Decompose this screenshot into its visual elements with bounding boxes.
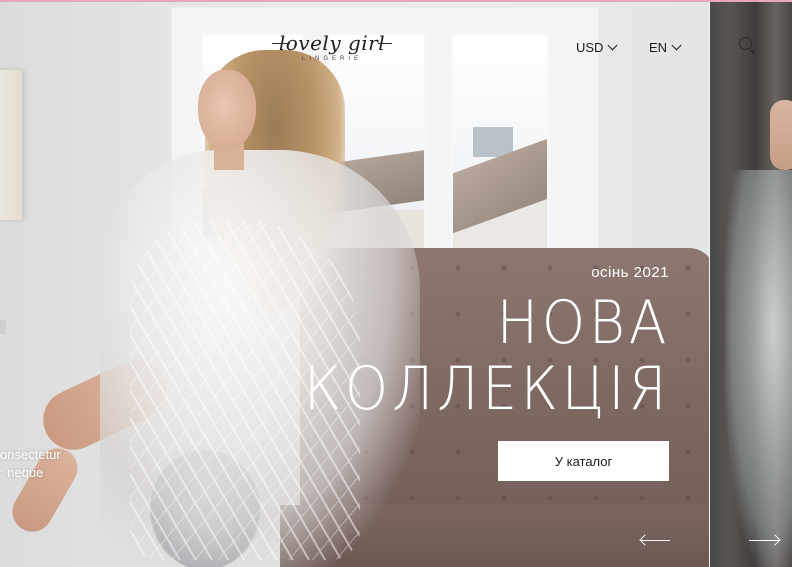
- hero-headline-line: КОЛЛЕКЦІЯ: [303, 354, 670, 424]
- wall-socket: [0, 320, 6, 334]
- model-face: [198, 70, 256, 150]
- language-value: EN: [649, 40, 668, 55]
- currency-value: USD: [576, 40, 604, 55]
- chevron-down-icon: [671, 40, 682, 51]
- window-pane: [450, 32, 550, 252]
- chevron-down-icon: [608, 40, 618, 51]
- search-icon[interactable]: [739, 37, 757, 55]
- catalog-button[interactable]: У каталог: [498, 441, 669, 481]
- logo-line: [272, 43, 290, 44]
- hero-slide-image: [0, 0, 792, 567]
- currency-selector[interactable]: USD: [576, 40, 618, 55]
- hero-headline: НОВА КОЛЛЕКЦІЯ: [272, 290, 670, 422]
- arrow-left-icon[interactable]: [639, 534, 672, 546]
- lamp: [0, 70, 22, 220]
- arrow-right-icon[interactable]: [749, 534, 781, 546]
- top-accent-line: [0, 0, 792, 2]
- logo-subtitle: LINGERIE: [301, 56, 362, 62]
- prev-slide-text-line: onsectetur: [0, 447, 61, 462]
- next-slide-hand: [770, 100, 792, 170]
- logo-wordmark: lovely girl: [278, 31, 386, 55]
- brand-logo[interactable]: lovely girl LINGERIE: [272, 32, 392, 70]
- logo-line: [378, 43, 392, 44]
- language-selector[interactable]: EN: [649, 40, 682, 55]
- prev-slide-text-line: : neque: [0, 465, 44, 480]
- hero-season-label: осінь 2021: [591, 264, 669, 281]
- next-slide-figure: [725, 170, 792, 567]
- prev-slide-text: onsectetur : neque: [0, 446, 61, 482]
- hero-headline-line: НОВА: [496, 288, 670, 358]
